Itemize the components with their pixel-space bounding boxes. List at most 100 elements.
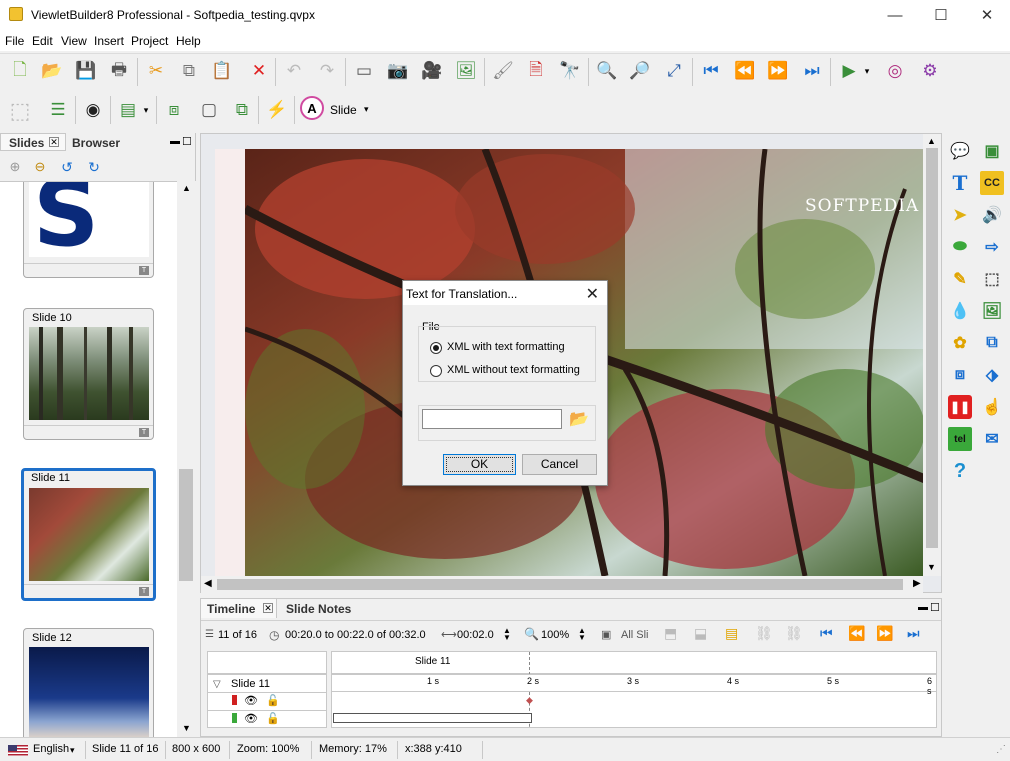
record-icon[interactable]: 🎥 [418, 57, 446, 85]
tab-timeline[interactable]: Timeline ✕ [201, 599, 277, 618]
slide-style-icon[interactable]: A [300, 96, 324, 120]
properties-icon[interactable]: ☰ [44, 96, 72, 124]
callout-tool-icon[interactable]: 💬 [948, 139, 972, 163]
radio-xml-with-formatting[interactable] [430, 342, 442, 354]
print-icon[interactable]: 🖶 [105, 57, 133, 85]
pencil-tool-icon[interactable]: ✎ [948, 267, 972, 291]
timeline-rewind-icon[interactable]: ⏪ [848, 625, 865, 642]
telephone-tool-icon[interactable]: tel [948, 427, 972, 451]
shape-tool-icon[interactable]: ⬬ [948, 235, 972, 259]
tab-slides[interactable]: Slides ✕ [0, 133, 66, 151]
expand-icon[interactable]: ▽ [213, 679, 221, 690]
rollover-tool-icon[interactable]: ⬗ [980, 363, 1004, 387]
first-slide-icon[interactable]: ⏮ [697, 57, 725, 85]
menu-file[interactable]: File [5, 34, 24, 48]
canvas-hscrollbar[interactable]: ◀ ▶ [201, 576, 923, 593]
timeline-track[interactable]: 1 s 2 s 3 s 4 s 5 s 6 s ◆ [331, 674, 937, 728]
question-tool-icon[interactable]: ? [948, 459, 972, 483]
radio-xml-without-formatting[interactable] [430, 365, 442, 377]
transition-icon[interactable]: ▤ [114, 96, 142, 124]
previous-slide-icon[interactable]: ⏪ [731, 57, 759, 85]
audio-tool-icon[interactable]: 🔊 [980, 203, 1004, 227]
slide-thumbnail[interactable]: Slide 10 T [23, 308, 154, 440]
new-slide-icon[interactable]: ▭ [350, 57, 378, 85]
thumb-zoom-out-icon[interactable]: ⊖ [30, 157, 50, 177]
timeline-minimize-icon[interactable]: ▬ [918, 602, 928, 613]
pointer-tool-icon[interactable]: ➤ [948, 203, 972, 227]
option2-label[interactable]: XML without text formatting [447, 364, 580, 376]
timeline-maximize-icon[interactable]: ☐ [930, 601, 940, 614]
thumb-zoom-in-icon[interactable]: ⊕ [5, 157, 25, 177]
email-tool-icon[interactable]: ✉ [980, 427, 1004, 451]
zoom-spinner-icon[interactable]: ▲ ▼ [578, 627, 586, 642]
timeline-first-icon[interactable]: ⏮ [820, 625, 833, 642]
open-folder-icon[interactable]: 📂 [38, 57, 66, 85]
share-icon[interactable]: ⚙ [916, 57, 944, 85]
duration-value[interactable]: 00:02.0 [457, 629, 494, 641]
last-slide-icon[interactable]: ⏭ [798, 57, 826, 85]
hscroll-thumb[interactable] [217, 579, 903, 590]
menu-insert[interactable]: Insert [94, 34, 124, 48]
tab-browser[interactable]: Browser [72, 136, 120, 150]
vscroll-thumb[interactable] [926, 148, 938, 548]
image-tool-icon[interactable]: ▣ [980, 139, 1004, 163]
pause-tool-icon[interactable]: ❚❚ [948, 395, 972, 419]
canvas-vscrollbar[interactable]: ▲ ▼ [923, 134, 941, 576]
transition-dropdown-icon[interactable]: ▾ [140, 96, 152, 124]
publish-icon[interactable]: ◎ [881, 57, 909, 85]
click-tool-icon[interactable]: ☝ [980, 395, 1004, 419]
lock-icon[interactable]: 🔓 [266, 694, 280, 707]
ok-button[interactable]: OK [443, 454, 516, 475]
callout-icon[interactable]: ⧈ [160, 96, 188, 124]
language-selector[interactable]: English [33, 743, 69, 755]
resize-grip-icon[interactable]: ⋰ [996, 744, 1006, 755]
panel-maximize-icon[interactable]: ☐ [182, 135, 192, 148]
all-slides-label[interactable]: All Sli [621, 629, 649, 641]
slide-duration-bar[interactable] [333, 713, 532, 723]
slide-thumbnail[interactable]: Slide 12 [23, 628, 154, 737]
import-image-icon[interactable]: 🖼 [452, 57, 480, 85]
timeline-zoom-value[interactable]: 100% [541, 629, 569, 641]
paste-icon[interactable]: 📋 [208, 57, 236, 85]
zoom-out-icon[interactable]: 🔎 [626, 57, 654, 85]
timeline-last-icon[interactable]: ⏭ [907, 625, 920, 642]
preview-icon[interactable]: ▶ [835, 57, 863, 85]
lock-icon[interactable]: 🔓 [266, 712, 280, 725]
menu-help[interactable]: Help [176, 34, 201, 48]
close-tab-icon[interactable]: ✕ [49, 137, 59, 147]
copy-icon[interactable]: ⧉ [175, 57, 203, 85]
embed-tool-icon[interactable]: ⧈ [948, 363, 972, 387]
clean-icon[interactable]: 🖌 [489, 57, 517, 85]
cut-icon[interactable]: ✂ [142, 57, 170, 85]
menu-project[interactable]: Project [131, 34, 168, 48]
slide-style-label[interactable]: Slide [330, 103, 357, 117]
panel-minimize-icon[interactable]: ▬ [170, 136, 180, 147]
align-top-icon[interactable]: ⬒ [664, 625, 677, 642]
save-icon[interactable]: 💾 [72, 57, 100, 85]
arrow-tool-icon[interactable]: ⇨ [980, 235, 1004, 259]
caption-tool-icon[interactable]: CC [980, 171, 1004, 195]
duration-spinner-icon[interactable]: ▲ ▼ [503, 627, 511, 642]
document-icon[interactable]: 🗎 [522, 57, 550, 85]
file-path-input[interactable] [422, 409, 562, 429]
align-bottom-icon[interactable]: ⬓ [694, 625, 707, 642]
blur-tool-icon[interactable]: 💧 [948, 299, 972, 323]
text-tool-icon[interactable]: T [948, 171, 972, 195]
close-button[interactable]: ✕ [964, 0, 1010, 31]
zoom-in-icon[interactable]: 🔍 [593, 57, 621, 85]
scroll-thumb[interactable] [179, 469, 193, 581]
lightning-icon[interactable]: ⚡ [263, 96, 291, 124]
visibility-eye-icon[interactable]: 👁 [244, 712, 258, 725]
remove-link-icon[interactable]: ⛓ [785, 625, 803, 642]
capture-icon[interactable]: 📷 [384, 57, 412, 85]
preview-dropdown-icon[interactable]: ▾ [860, 57, 874, 85]
picture-tool-icon[interactable]: 🖼 [980, 299, 1004, 323]
next-slide-icon[interactable]: ⏩ [764, 57, 792, 85]
slide-list-scrollbar[interactable]: ▲ ▼ [177, 181, 196, 737]
new-project-icon[interactable]: 🗋 [6, 57, 34, 85]
language-dropdown-icon[interactable]: ▾ [70, 745, 75, 756]
keyframe-marker[interactable]: ◆ [526, 695, 533, 706]
cancel-button[interactable]: Cancel [522, 454, 597, 475]
menu-view[interactable]: View [61, 34, 87, 48]
view-icon[interactable]: ◉ [79, 96, 107, 124]
